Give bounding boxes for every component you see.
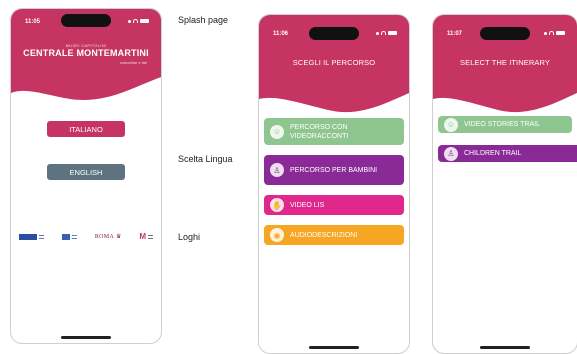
group-icon: ☺	[270, 124, 284, 139]
menu-item-audiodescrizioni[interactable]: ◉ AUDIODESCRIZIONI	[264, 225, 404, 245]
phone-italian-screen: 11:06 SCEGLI IL PERCORSO ☺ PERCORSO CON …	[258, 14, 410, 354]
italian-button[interactable]: ITALIANO	[47, 121, 125, 137]
status-icons	[376, 31, 397, 35]
brand-tagline: macchine e dei	[120, 60, 147, 65]
status-time: 11:05	[25, 19, 41, 25]
status-time: 11:07	[447, 31, 463, 37]
wifi-icon	[549, 31, 554, 35]
battery-icon	[140, 19, 149, 23]
roma-logo: ROMA ♛	[94, 233, 122, 241]
ministry-icon	[61, 233, 70, 240]
home-indicator	[480, 346, 530, 349]
english-button[interactable]: ENGLISH	[47, 164, 125, 180]
status-time: 11:06	[273, 31, 289, 37]
menu-item-label: VIDEO STORIES TRAIL	[464, 121, 540, 128]
notch	[480, 27, 530, 40]
status-icons	[128, 19, 149, 23]
menu-item-label: VIDEO LIS	[290, 201, 325, 209]
caption-splash: Splash page	[178, 15, 229, 25]
wifi-icon	[381, 31, 386, 35]
page-title: SCEGLI IL PERCORSO	[292, 58, 376, 67]
page-title: SELECT THE ITINERARY	[460, 58, 550, 67]
group-icon: ☺	[444, 117, 458, 132]
roma-text: ROMA	[94, 233, 115, 240]
home-indicator	[309, 346, 359, 349]
signal-icon	[544, 31, 547, 35]
brand-title: CENTRALE MONTEMARTINI	[23, 48, 149, 58]
caption-logos: Loghi	[178, 232, 201, 242]
child-icon: ♙	[270, 163, 284, 177]
musei-m-icon: M	[139, 232, 146, 241]
phone-english-screen: 11:07 SELECT THE ITINERARY ☺ VIDEO STORI…	[432, 14, 577, 354]
notch	[309, 27, 359, 40]
notch	[61, 14, 111, 27]
child-icon: ♙	[444, 146, 458, 161]
signal-icon	[128, 19, 131, 23]
menu-item-video-lis[interactable]: ✋ VIDEO LIS	[264, 195, 404, 215]
battery-icon	[388, 31, 397, 35]
logos-row: ▬▬ ▬▬ ▬▬ ▬▬ ROMA ♛ M ▬▬ ▬▬	[19, 232, 153, 241]
caption-language: Scelta Lingua	[178, 154, 233, 164]
musei-logo: M ▬▬ ▬▬	[139, 232, 153, 241]
ministry-logo: ▬▬ ▬▬	[61, 233, 77, 240]
menu-item-label: PERCORSO CON VIDEORACCONTI	[290, 123, 349, 140]
battery-icon	[556, 31, 565, 35]
eye-audio-icon: ◉	[270, 228, 284, 242]
menu-item-video-stories-trail[interactable]: ☺ VIDEO STORIES TRAIL	[438, 116, 572, 133]
menu-item-label: CHILDREN TRAIL	[464, 150, 522, 157]
menu-item-videoracconti[interactable]: ☺ PERCORSO CON VIDEORACCONTI	[264, 118, 404, 145]
menu-item-children-trail[interactable]: ♙ CHILDREN TRAIL	[438, 145, 577, 162]
status-icons	[544, 31, 565, 35]
eu-flag-icon	[19, 233, 37, 240]
signal-icon	[376, 31, 379, 35]
roma-crest-icon: ♛	[116, 234, 122, 240]
menu-item-bambini[interactable]: ♙ PERCORSO PER BAMBINI	[264, 155, 404, 185]
phone-splash-screen: 11:05 MUSEI CAPITOLINI CENTRALE MONTEMAR…	[10, 8, 162, 344]
menu-item-label: PERCORSO PER BAMBINI	[290, 166, 378, 174]
menu-item-label: AUDIODESCRIZIONI	[290, 231, 358, 239]
eu-logo: ▬▬ ▬▬	[19, 233, 44, 240]
sign-language-icon: ✋	[270, 198, 284, 212]
home-indicator	[61, 336, 111, 339]
wifi-icon	[133, 19, 138, 23]
